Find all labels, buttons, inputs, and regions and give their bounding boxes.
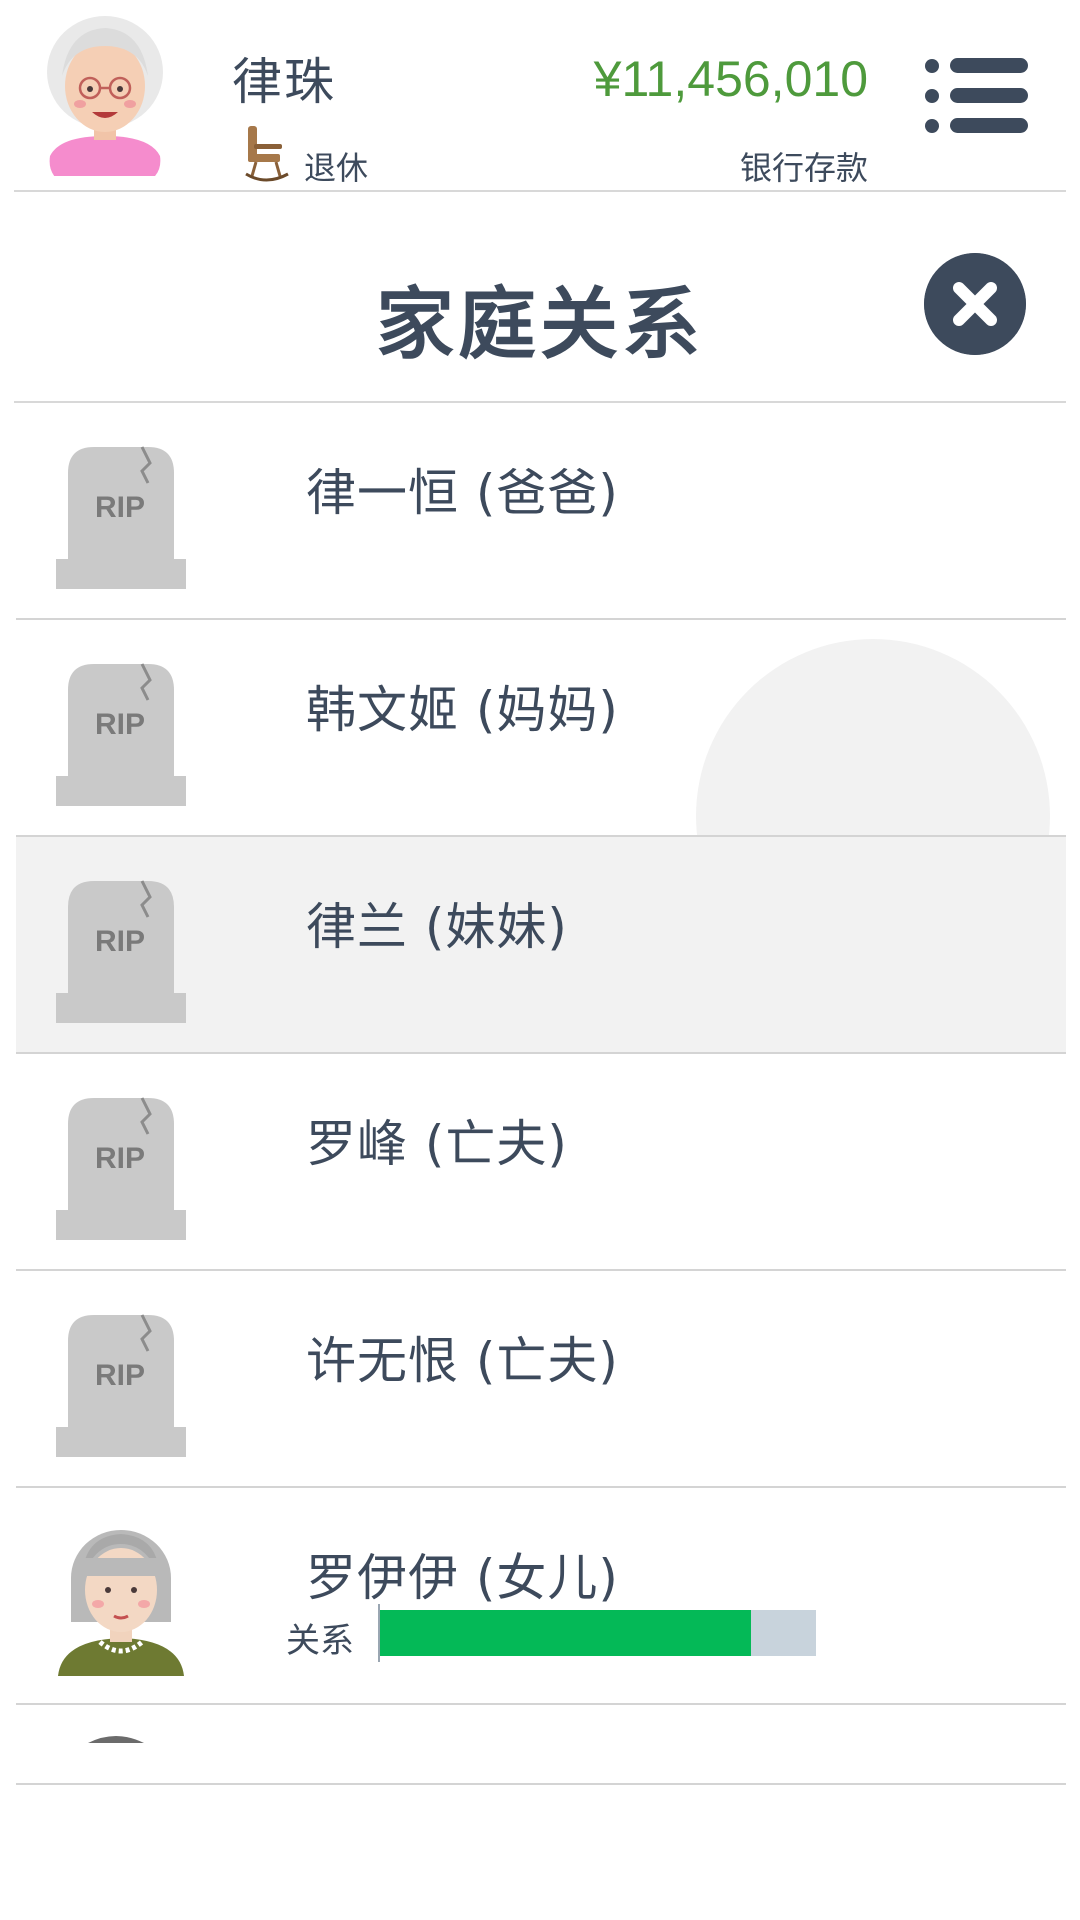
- close-button[interactable]: [924, 253, 1026, 355]
- rocking-chair-icon: [245, 126, 289, 182]
- player-header: 律珠 退休 ¥11,456,010 银行存款: [0, 0, 1080, 190]
- relationship-bar-fill: [380, 1610, 751, 1656]
- svg-text:RIP: RIP: [95, 925, 145, 958]
- svg-text:RIP: RIP: [95, 1359, 145, 1392]
- relationship-bar: [380, 1610, 816, 1656]
- svg-text:RIP: RIP: [95, 708, 145, 741]
- status-label: 退休: [304, 149, 369, 187]
- svg-text:RIP: RIP: [95, 491, 145, 524]
- elderly-woman-avatar: [58, 1530, 184, 1676]
- menu-icon[interactable]: [924, 58, 1028, 134]
- partial-avatar-icon: [88, 1736, 144, 1743]
- tombstone-icon: RIP: [56, 1314, 186, 1457]
- tombstone-icon: RIP: [56, 880, 186, 1023]
- tombstone-icon: RIP: [56, 446, 186, 589]
- relation-name: 韩文姬 (妈妈): [306, 681, 619, 739]
- svg-text:RIP: RIP: [95, 1142, 145, 1175]
- family-relations-screen: 律珠 退休 ¥11,456,010 银行存款 家庭关系 RIP 律一恒 (爸爸)…: [0, 0, 1080, 1920]
- relation-name: 律一恒 (爸爸): [306, 464, 619, 522]
- relation-row[interactable]: RIP 许无恨 (亡夫): [16, 1271, 1066, 1488]
- relationship-bar-marker: [378, 1604, 380, 1662]
- relation-row[interactable]: 罗伊伊 (女儿) 关系: [16, 1488, 1066, 1705]
- relation-name: 许无恨 (亡夫): [306, 1332, 619, 1390]
- page-title: 家庭关系: [375, 280, 704, 370]
- tombstone-icon: RIP: [56, 663, 186, 806]
- relation-row[interactable]: RIP 罗峰 (亡夫): [16, 1054, 1066, 1271]
- relation-name: 律兰 (妹妹): [306, 898, 568, 956]
- relation-row[interactable]: RIP 律一恒 (爸爸): [16, 403, 1066, 620]
- bank-balance: ¥11,456,010: [593, 51, 868, 107]
- player-name: 律珠: [232, 53, 336, 111]
- relation-name: 罗峰 (亡夫): [306, 1115, 568, 1173]
- relationship-label: 关系: [286, 1621, 354, 1661]
- tombstone-icon: RIP: [56, 1097, 186, 1240]
- player-avatar[interactable]: [40, 14, 170, 176]
- relation-row-partial[interactable]: [16, 1705, 1066, 1785]
- bank-balance-label: 银行存款: [739, 149, 868, 187]
- relation-name: 罗伊伊 (女儿): [306, 1549, 619, 1607]
- relation-row-selected[interactable]: RIP 律兰 (妹妹): [16, 837, 1066, 1054]
- family-list: RIP 律一恒 (爸爸) RIP 韩文姬 (妈妈) RIP 律兰 (妹妹) RI…: [16, 403, 1066, 1785]
- relation-row[interactable]: RIP 韩文姬 (妈妈): [16, 620, 1066, 837]
- header-divider: [14, 190, 1066, 192]
